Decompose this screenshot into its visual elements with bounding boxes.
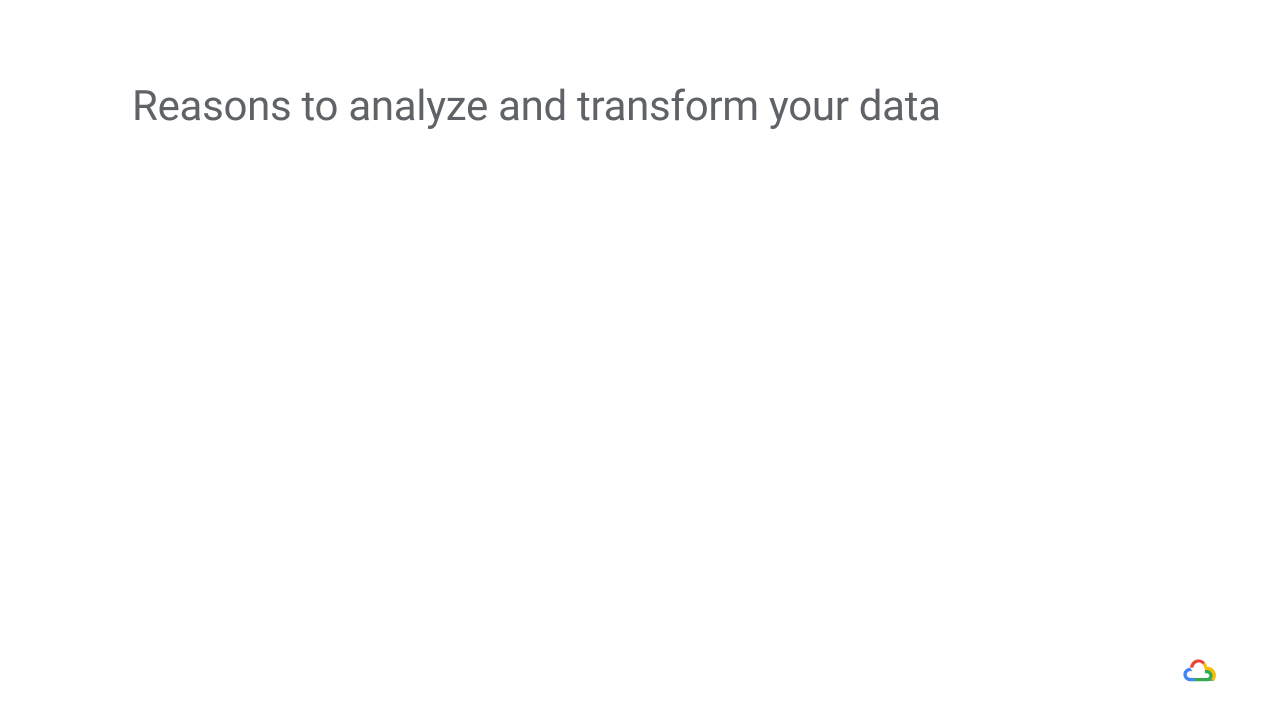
slide-title: Reasons to analyze and transform your da… bbox=[132, 82, 941, 131]
google-cloud-logo-icon bbox=[1180, 652, 1216, 688]
